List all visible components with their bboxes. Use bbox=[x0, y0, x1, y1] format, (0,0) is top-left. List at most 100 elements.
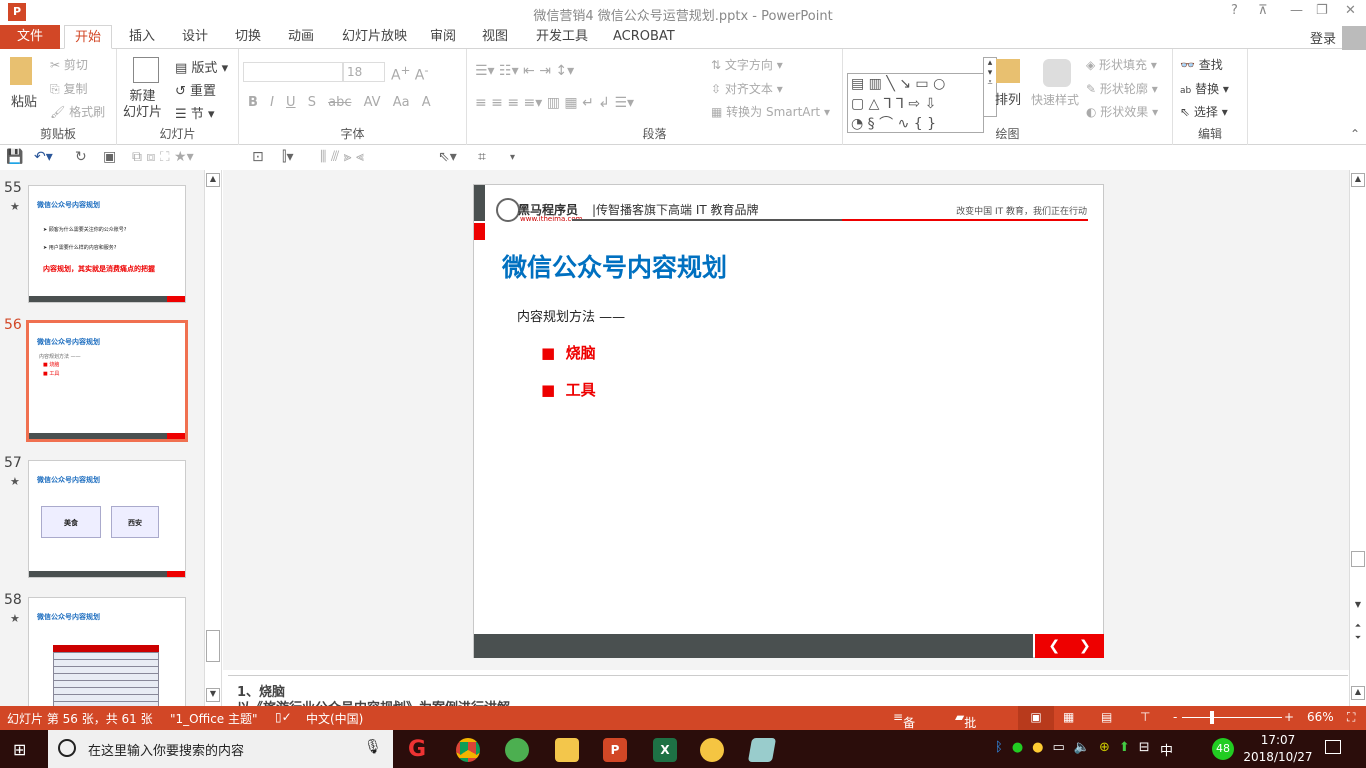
slideshow-button[interactable]: ⊤ bbox=[1140, 710, 1150, 724]
distribute-icons[interactable]: ⫼ ⫻ ⫸ ⫷ bbox=[320, 149, 364, 165]
layout-button[interactable]: ▤ 版式 ▾ bbox=[175, 57, 228, 76]
quick-styles-button[interactable]: 快速样式 bbox=[1031, 91, 1079, 108]
group-icon[interactable]: ⧉ ⧈ ⛶ ★▾ bbox=[132, 149, 194, 165]
restore-button[interactable]: ❐ bbox=[1316, 3, 1328, 18]
zoom-in-button[interactable]: + bbox=[1284, 710, 1294, 724]
font-color-button[interactable]: A bbox=[422, 95, 431, 110]
slideshow-icon[interactable]: ▣ bbox=[103, 149, 116, 165]
slide-canvas[interactable]: 黑马程序员 www.itheima.com |传智播客旗下高端 IT 教育品牌 … bbox=[473, 184, 1104, 658]
editor-scrollbar[interactable]: ▲ ▼ ⏶ ⏷ ▲ bbox=[1349, 170, 1366, 706]
thumbnail-scrollbar[interactable]: ▲ ▼ bbox=[204, 170, 221, 706]
avatar[interactable] bbox=[1342, 26, 1366, 50]
shape-fill-button[interactable]: ◈ 形状填充 ▾ bbox=[1086, 56, 1157, 73]
comments-button[interactable]: ▰ 批注 bbox=[955, 710, 976, 747]
copy-button[interactable]: ⎘ 复制 bbox=[50, 80, 87, 97]
change-case-button[interactable]: Aa bbox=[393, 95, 410, 110]
text-direction-button[interactable]: ⇅ 文字方向 ▾ bbox=[711, 56, 783, 73]
spellcheck-icon[interactable]: ▯✓ bbox=[275, 710, 292, 724]
shapes-gallery[interactable]: ▤ ▥ ╲ ↘ ▭ ○ ▢ △ ⅂ ⅂ ⇨ ⇩ ◔ § ⌒ ∿ { } bbox=[847, 73, 984, 133]
new-slide-button[interactable]: 新建 幻灯片 bbox=[123, 89, 162, 121]
close-button[interactable]: ✕ bbox=[1345, 3, 1356, 18]
slide-thumbnail-57[interactable]: 微信公众号内容规划 美食 西安 bbox=[28, 460, 186, 578]
find-button[interactable]: 👓 查找 bbox=[1180, 56, 1223, 73]
slide-thumbnail-56[interactable]: 微信公众号内容规划 内容规划方法 —— ■ 烧脑 ■ 工具 bbox=[26, 320, 188, 442]
ime-indicator[interactable]: 中 bbox=[1160, 740, 1173, 759]
customize-qat-icon[interactable]: ▾ bbox=[510, 152, 515, 163]
notification-badge[interactable]: 48 bbox=[1212, 738, 1234, 760]
tab-acrobat[interactable]: ACROBAT bbox=[603, 25, 685, 49]
italic-button[interactable]: I bbox=[270, 95, 274, 110]
tab-insert[interactable]: 插入 bbox=[119, 25, 165, 49]
font-name-input[interactable] bbox=[243, 62, 343, 82]
file-explorer-icon[interactable] bbox=[555, 738, 579, 762]
char-spacing-button[interactable]: AV bbox=[364, 95, 381, 110]
save-icon[interactable]: 💾 bbox=[6, 149, 23, 165]
powerpoint-icon[interactable]: P bbox=[603, 738, 627, 762]
chrome-icon[interactable] bbox=[456, 738, 480, 762]
tab-developer[interactable]: 开发工具 bbox=[526, 25, 598, 49]
strikethrough-button[interactable]: abc bbox=[328, 95, 351, 110]
normal-view-button[interactable]: ▣ bbox=[1018, 706, 1054, 730]
browser-icon[interactable] bbox=[505, 738, 529, 762]
replace-button[interactable]: ab 替换 ▾ bbox=[1180, 80, 1229, 97]
align-buttons-icon[interactable]: ≡ ≡ ≡ ≡▾ ▥ ▦ ↵ ↲ ☰▾ bbox=[475, 95, 634, 111]
font-format-buttons[interactable]: B I U S abc AV Aa A bbox=[248, 95, 431, 110]
taskbar-search[interactable]: 在这里输入你要搜索的内容 🎙 bbox=[48, 730, 393, 768]
bold-button[interactable]: B bbox=[248, 95, 258, 110]
excel-icon[interactable]: X bbox=[653, 738, 677, 762]
language[interactable]: 中文(中国) bbox=[306, 710, 363, 727]
tab-slideshow[interactable]: 幻灯片放映 bbox=[332, 25, 417, 49]
undo-icon[interactable]: ↶▾ bbox=[34, 149, 53, 165]
reading-view-button[interactable]: ▤ bbox=[1101, 710, 1112, 724]
slide-sorter-button[interactable]: ▦ bbox=[1063, 710, 1074, 724]
scroll-thumb[interactable] bbox=[206, 630, 220, 662]
sign-in-link[interactable]: 登录 bbox=[1310, 28, 1336, 47]
tab-file[interactable]: 文件 bbox=[0, 25, 60, 49]
system-tray-icons[interactable]: ᛒ●●▭🔈⊕⬆⊟ bbox=[995, 740, 1159, 755]
ribbon-display-options-icon[interactable]: ⊼ bbox=[1258, 3, 1268, 18]
format-painter-button[interactable]: 🖌 格式刷 bbox=[50, 103, 105, 120]
microphone-icon[interactable]: 🎙 bbox=[364, 739, 382, 755]
reset-button[interactable]: ↺ 重置 bbox=[175, 80, 216, 99]
action-center-icon[interactable] bbox=[1325, 740, 1341, 754]
present-icon[interactable]: ⊡ bbox=[252, 149, 264, 165]
shape-outline-button[interactable]: ✎ 形状轮廓 ▾ bbox=[1086, 80, 1158, 97]
windows-start-icon[interactable]: ⊞ bbox=[13, 740, 26, 759]
notepad-icon[interactable] bbox=[747, 738, 777, 762]
tab-view[interactable]: 视图 bbox=[472, 25, 518, 49]
list-buttons-icon[interactable]: ☰▾ ☷▾ ⇤ ⇥ ↕▾ bbox=[475, 63, 574, 79]
select-pointer-icon[interactable]: ⇖▾ bbox=[438, 149, 457, 165]
font-size-input[interactable]: 18 bbox=[343, 62, 385, 82]
tab-review[interactable]: 审阅 bbox=[420, 25, 466, 49]
align-icon[interactable]: ⫿▾ bbox=[282, 149, 294, 165]
scroll-up-icon[interactable]: ▲ bbox=[1351, 686, 1365, 700]
smartart-button[interactable]: ▦ 转换为 SmartArt ▾ bbox=[711, 103, 830, 120]
minimize-button[interactable]: — bbox=[1290, 3, 1303, 18]
tab-design[interactable]: 设计 bbox=[172, 25, 218, 49]
paste-button[interactable]: 粘贴 bbox=[11, 91, 37, 110]
font-grow-icon[interactable]: A+ A- bbox=[391, 63, 429, 84]
tab-transitions[interactable]: 切换 bbox=[225, 25, 271, 49]
tab-animations[interactable]: 动画 bbox=[278, 25, 324, 49]
help-button[interactable]: ? bbox=[1231, 3, 1238, 18]
zoom-slider-thumb[interactable] bbox=[1210, 711, 1214, 724]
app-icon[interactable]: G bbox=[408, 738, 432, 762]
redo-icon[interactable]: ↻ bbox=[75, 149, 87, 165]
clock-date[interactable]: 2018/10/27 bbox=[1240, 750, 1316, 764]
scroll-down-icon[interactable]: ▼ bbox=[206, 688, 220, 702]
arrange-button[interactable]: 排列 bbox=[995, 89, 1021, 108]
scroll-thumb[interactable] bbox=[1351, 551, 1365, 567]
crop-icon[interactable]: ⌗ bbox=[478, 149, 486, 165]
zoom-out-button[interactable]: - bbox=[1173, 710, 1177, 724]
select-button[interactable]: ⇖ 选择 ▾ bbox=[1180, 103, 1228, 120]
zoom-level[interactable]: 66% bbox=[1307, 710, 1334, 724]
slide-thumbnail-58[interactable]: 微信公众号内容规划 bbox=[28, 597, 186, 706]
slide-thumbnail-55[interactable]: 微信公众号内容规划 ➤ 顾客为什么需要关注你的公众账号? ➤ 用户需要什么样的内… bbox=[28, 185, 186, 303]
underline-button[interactable]: U bbox=[286, 95, 296, 110]
scroll-up-icon[interactable]: ▲ bbox=[1351, 173, 1365, 187]
cut-button[interactable]: ✂ 剪切 bbox=[50, 56, 88, 73]
section-button[interactable]: ☰ 节 ▾ bbox=[175, 103, 214, 122]
prev-next-slide-icon[interactable]: ⏶ ⏷ bbox=[1351, 620, 1365, 648]
messenger-icon[interactable] bbox=[700, 738, 724, 762]
scroll-up-icon[interactable]: ▲ bbox=[206, 173, 220, 187]
